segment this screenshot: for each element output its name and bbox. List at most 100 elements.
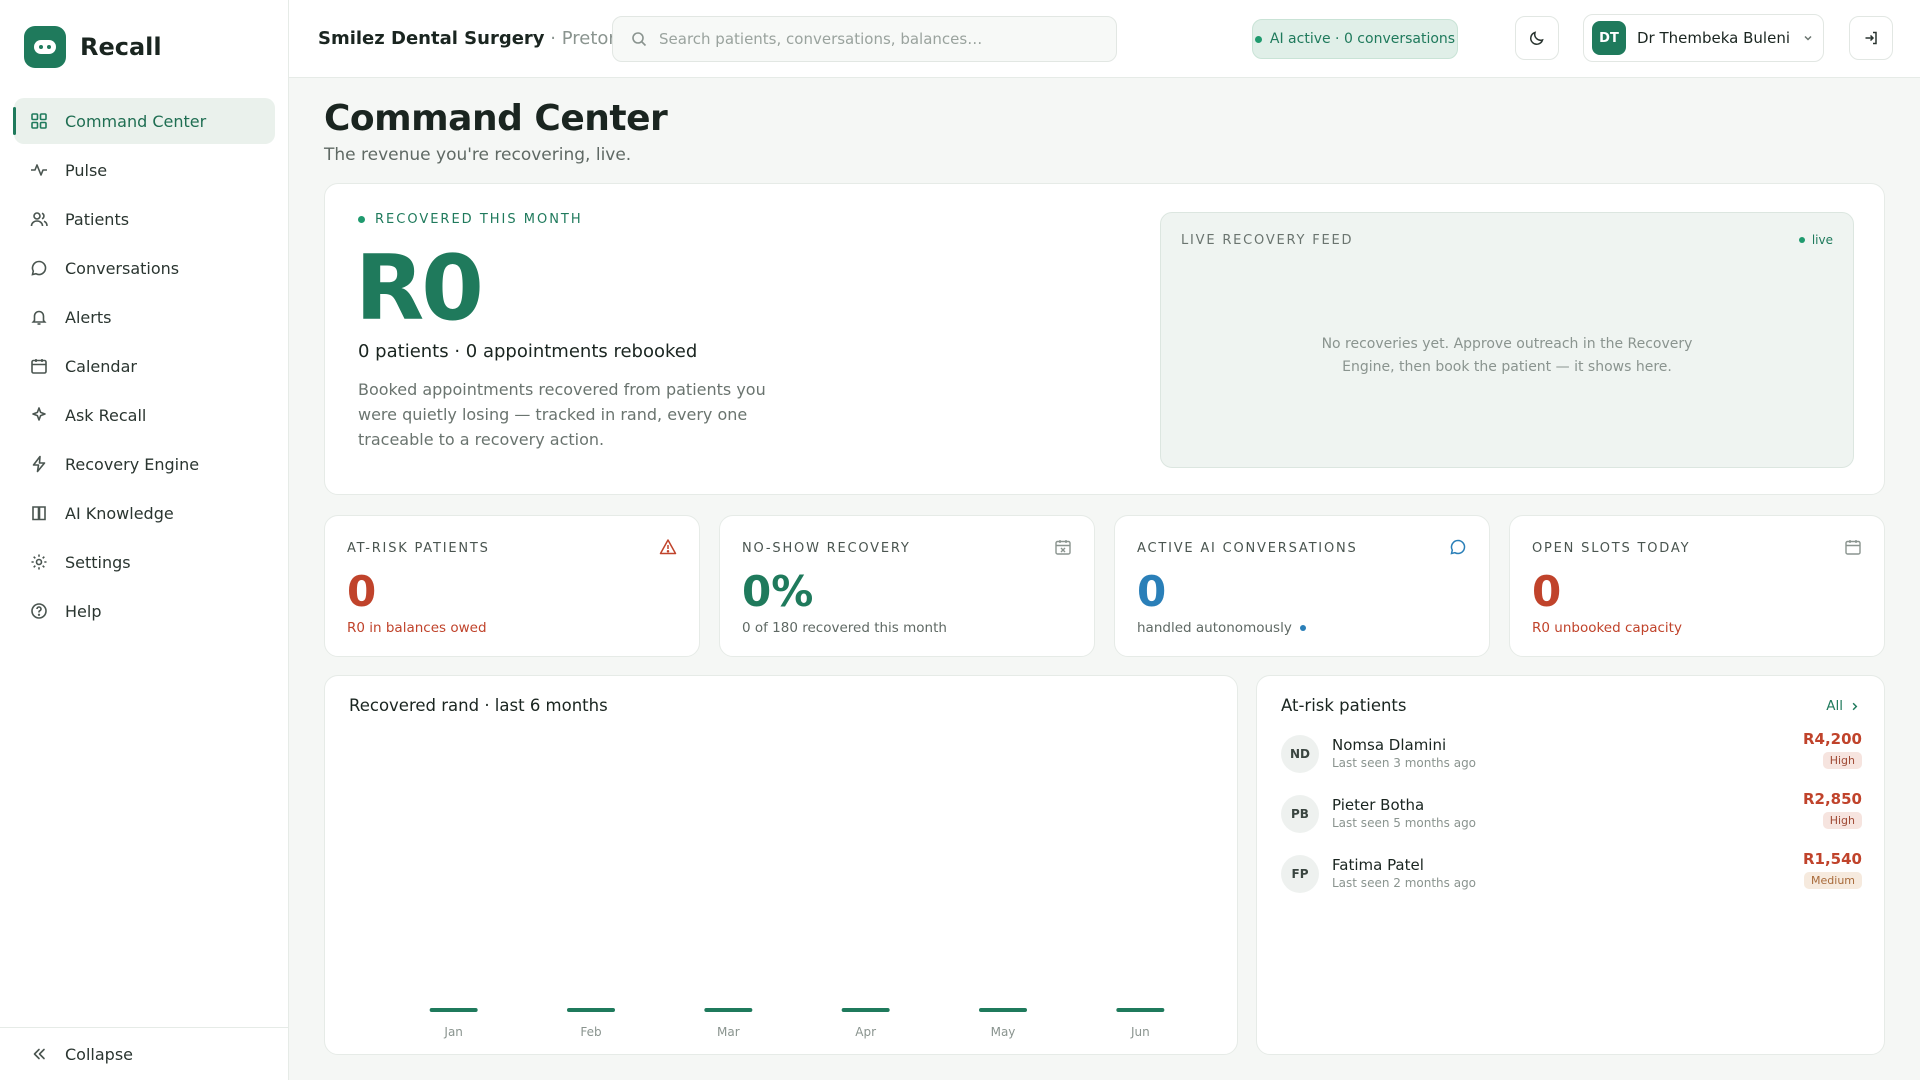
sidebar-item-settings[interactable]: Settings [14, 539, 275, 585]
feed-title: LIVE RECOVERY FEED [1181, 233, 1354, 248]
patient-name: Pieter Botha [1332, 796, 1425, 814]
recovered-chart-card: Recovered rand · last 6 months Jan Feb Mar… [324, 675, 1238, 1055]
at-risk-patient-row[interactable]: PB Pieter Botha Last seen 5 months ago R… [1281, 788, 1862, 840]
user-menu[interactable]: DT Dr Thembeka Buleni [1583, 14, 1824, 62]
patient-avatar: ND [1281, 735, 1319, 773]
sidebar-item-pulse[interactable]: Pulse [14, 147, 275, 193]
stat-card-open-slots[interactable]: OPEN SLOTS TODAY 0 R0 unbooked capacity [1509, 515, 1885, 657]
sidebar-item-calendar[interactable]: Calendar [14, 343, 275, 389]
patient-balance: R2,850 [1803, 790, 1862, 808]
book-icon [30, 504, 48, 522]
bolt-icon [30, 455, 48, 473]
stat-card-ai-conversations[interactable]: ACTIVE AI CONVERSATIONS 0 handled autono… [1114, 515, 1490, 657]
stat-card-at-risk[interactable]: AT-RISK PATIENTS 0 R0 in balances owed [324, 515, 700, 657]
stat-footnote: handled autonomously [1137, 620, 1306, 636]
grid-icon [30, 112, 48, 130]
x-tick-label: Jan [443, 1025, 463, 1039]
live-recovery-feed: LIVE RECOVERY FEED live No recoveries ye… [1160, 212, 1854, 468]
search-bar[interactable] [612, 16, 1117, 62]
logout-button[interactable] [1849, 16, 1893, 60]
stat-value: 0% [742, 567, 814, 616]
patient-name: Nomsa Dlamini [1332, 736, 1447, 754]
chevron-down-icon [1804, 35, 1812, 41]
stat-label: NO-SHOW RECOVERY [742, 541, 911, 556]
stat-footnote: 0 of 180 recovered this month [742, 620, 947, 636]
patient-avatar: FP [1281, 855, 1319, 893]
sidebar-item-ai-knowledge[interactable]: AI Knowledge [14, 490, 275, 536]
sparkle-icon [30, 406, 48, 424]
stat-card-no-show[interactable]: NO-SHOW RECOVERY 0% 0 of 180 recovered t… [719, 515, 1095, 657]
stat-footnote: R0 unbooked capacity [1532, 620, 1682, 636]
sidebar-item-command-center[interactable]: Command Center [13, 98, 275, 144]
x-tick-label: Apr [855, 1025, 876, 1039]
theme-toggle-button[interactable] [1515, 16, 1559, 60]
user-avatar: DT [1592, 21, 1626, 55]
sidebar-item-recovery-engine[interactable]: Recovery Engine [14, 441, 275, 487]
bell-icon [30, 308, 48, 326]
hero-label-text: RECOVERED THIS MONTH [375, 212, 583, 227]
sidebar-item-label: Calendar [65, 356, 137, 376]
stat-footnote: R0 in balances owed [347, 620, 487, 636]
clinic-separator: · [544, 28, 562, 49]
at-risk-patients-card: At-risk patients All ND Nomsa Dlamini La… [1256, 675, 1885, 1055]
pulse-icon [30, 161, 48, 179]
view-all-label: All [1826, 698, 1843, 714]
moon-icon [1530, 31, 1544, 45]
at-risk-patient-row[interactable]: ND Nomsa Dlamini Last seen 3 months ago … [1281, 728, 1862, 780]
sidebar-item-alerts[interactable]: Alerts [14, 294, 275, 340]
chat-icon [1449, 538, 1467, 556]
user-name: Dr Thembeka Buleni [1637, 29, 1790, 47]
chart-bar-jan [429, 1008, 478, 1012]
active-dot [1299, 625, 1306, 631]
chart-bar-mar [704, 1008, 753, 1012]
ai-status-pill[interactable]: AI active · 0 conversations [1252, 19, 1458, 59]
x-tick-label: Feb [580, 1025, 601, 1039]
hero-label: RECOVERED THIS MONTH [358, 212, 583, 227]
clinic-name: Smilez Dental Surgery [318, 28, 545, 49]
recovered-hero-card: RECOVERED THIS MONTH R0 0 patients · 0 a… [324, 183, 1885, 495]
chart-bar-feb [567, 1008, 615, 1012]
risk-level-badge: High [1822, 752, 1862, 769]
sidebar-item-label: Ask Recall [65, 405, 147, 425]
sidebar-item-label: Pulse [65, 160, 108, 180]
sidebar-item-ask-recall[interactable]: Ask Recall [14, 392, 275, 438]
x-tick-label: Jun [1130, 1025, 1150, 1039]
page-title: Command Center [324, 98, 668, 139]
chevron-right-icon [1852, 702, 1858, 710]
x-tick-label: May [991, 1025, 1016, 1039]
at-risk-patient-row[interactable]: FP Fatima Patel Last seen 2 months ago R… [1281, 848, 1862, 900]
collapse-button[interactable]: Collapse [0, 1027, 289, 1080]
patient-balance: R1,540 [1803, 850, 1862, 868]
recovered-description: Booked appointments recovered from patie… [358, 380, 766, 449]
warning-icon [659, 538, 677, 556]
stat-footnote-text: R0 in balances owed [347, 620, 487, 636]
feed-empty-state: No recoveries yet. Approve outreach in t… [1321, 336, 1693, 375]
ai-status-dot [1254, 35, 1262, 43]
search-icon [632, 32, 647, 47]
x-tick-label: Mar [717, 1025, 740, 1039]
calendar-icon [1844, 538, 1862, 556]
patient-last-seen: Last seen 3 months ago [1332, 756, 1477, 770]
patient-last-seen: Last seen 5 months ago [1332, 816, 1477, 830]
recovered-stats: 0 patients · 0 appointments rebooked [358, 341, 698, 362]
feed-live-indicator: live [1798, 233, 1833, 247]
sidebar-item-label: Alerts [65, 307, 112, 327]
sidebar: Recall Command Center Pulse Patients Con… [0, 0, 289, 1080]
sidebar-item-label: Help [65, 601, 102, 621]
view-all-link[interactable]: All [1826, 698, 1860, 714]
top-header: Smilez Dental Surgery · Pretoria AI acti… [289, 0, 1920, 78]
recovered-bar-chart: Jan Feb Mar Apr May Jun [429, 1008, 1165, 1039]
sidebar-item-label: Settings [65, 552, 131, 572]
ai-status-text: AI active · 0 conversations [1269, 31, 1456, 47]
search-input[interactable] [659, 30, 1099, 48]
recall-logo-icon [24, 26, 66, 68]
chat-icon [30, 259, 48, 277]
sidebar-item-label: Command Center [65, 111, 207, 131]
sidebar-item-patients[interactable]: Patients [14, 196, 275, 242]
stat-value: 0 [347, 567, 377, 616]
stat-label: AT-RISK PATIENTS [347, 541, 490, 556]
sidebar-item-conversations[interactable]: Conversations [14, 245, 275, 291]
sidebar-item-help[interactable]: Help [14, 588, 275, 634]
hero-label-dot [358, 216, 365, 223]
brand[interactable]: Recall [24, 26, 162, 68]
